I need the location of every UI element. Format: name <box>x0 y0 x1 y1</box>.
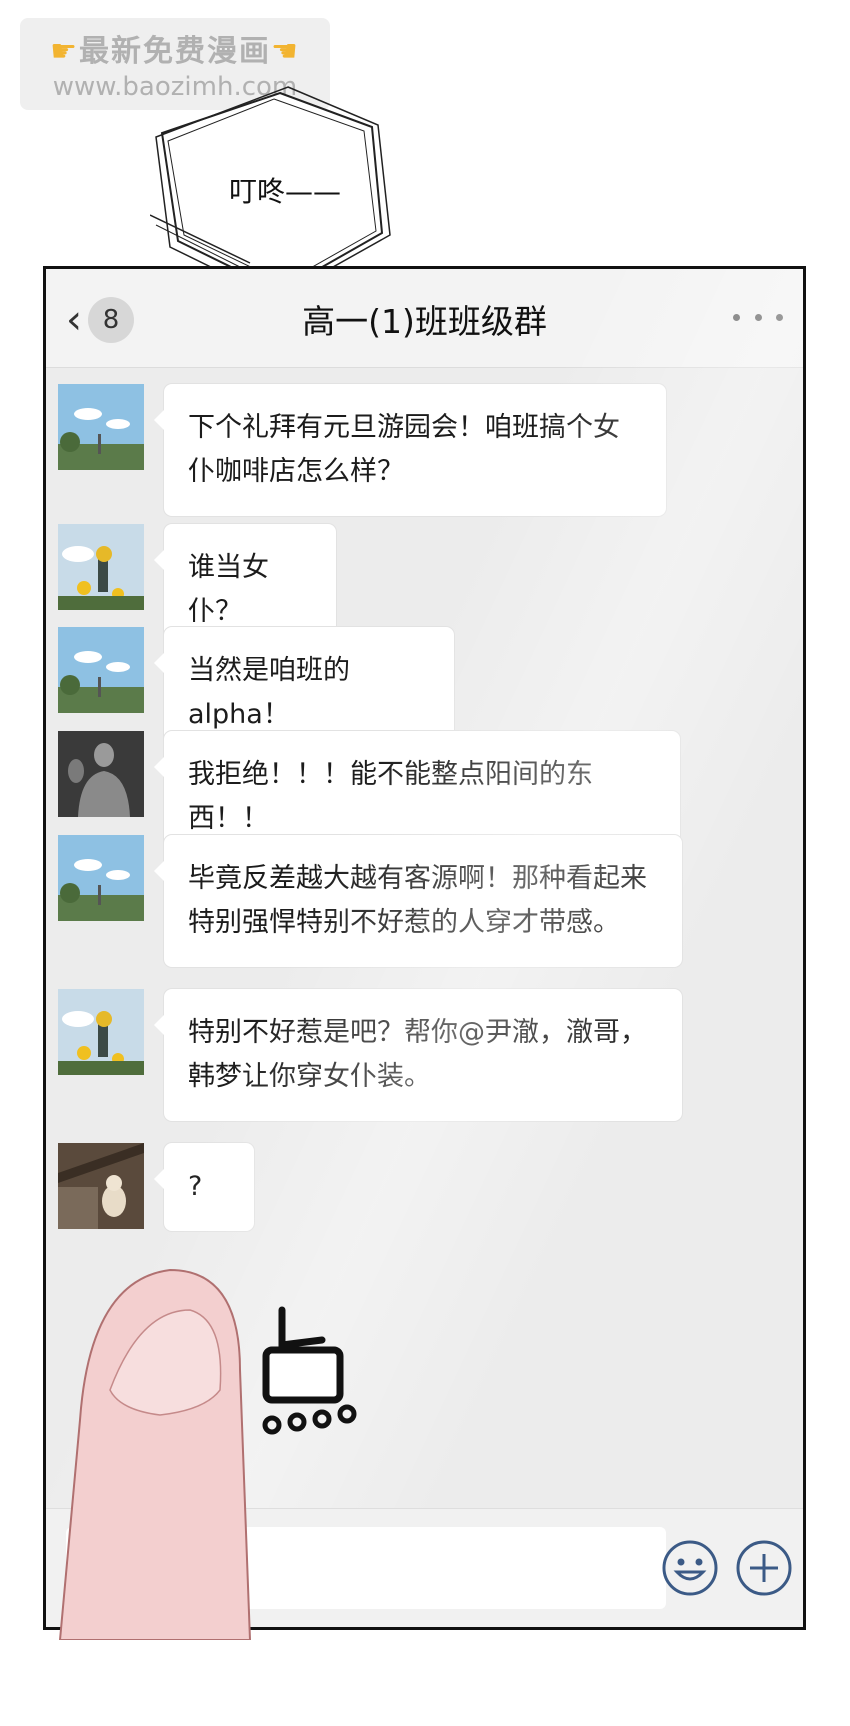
muscle-man-avatar[interactable] <box>58 731 144 817</box>
sky-trees-avatar[interactable] <box>58 627 144 713</box>
message-bubble: ? <box>154 1143 254 1231</box>
sunflower-avatar[interactable] <box>58 524 144 610</box>
message-row: 下个礼拜有元旦游园会！咱班搞个女仆咖啡店怎么样？ <box>58 384 666 516</box>
add-button[interactable] <box>734 1538 794 1598</box>
message-bubble: 下个礼拜有元旦游园会！咱班搞个女仆咖啡店怎么样？ <box>154 384 666 516</box>
message-row: ? <box>58 1143 254 1231</box>
message-bubble: 特别不好惹是吧？帮你@尹澈，澈哥，韩梦让你穿女仆装。 <box>154 989 682 1121</box>
sound-effect-text: 叮咚—— <box>228 175 341 208</box>
sunflower-avatar[interactable] <box>58 989 144 1075</box>
sky-trees-avatar[interactable] <box>58 384 144 470</box>
watermark-line1: ☛最新免费漫画☚ <box>50 34 300 69</box>
message-row: 特别不好惹是吧？帮你@尹澈，澈哥，韩梦让你穿女仆装。 <box>58 989 682 1121</box>
plus-circle-icon <box>736 1540 792 1596</box>
message-bubble: 毕竟反差越大越有客源啊！那种看起来特别强悍特别不好惹的人穿才带感。 <box>154 835 682 967</box>
sky-trees-avatar[interactable] <box>58 835 144 921</box>
smile-face-icon <box>662 1540 718 1596</box>
message-row: 毕竟反差越大越有客源啊！那种看起来特别强悍特别不好惹的人穿才带感。 <box>58 835 682 967</box>
tap-sound-effect: 点 <box>262 1306 357 1435</box>
cat-avatar[interactable] <box>58 1143 144 1229</box>
finger-illustration <box>58 1268 252 1640</box>
emoji-button[interactable] <box>660 1538 720 1598</box>
